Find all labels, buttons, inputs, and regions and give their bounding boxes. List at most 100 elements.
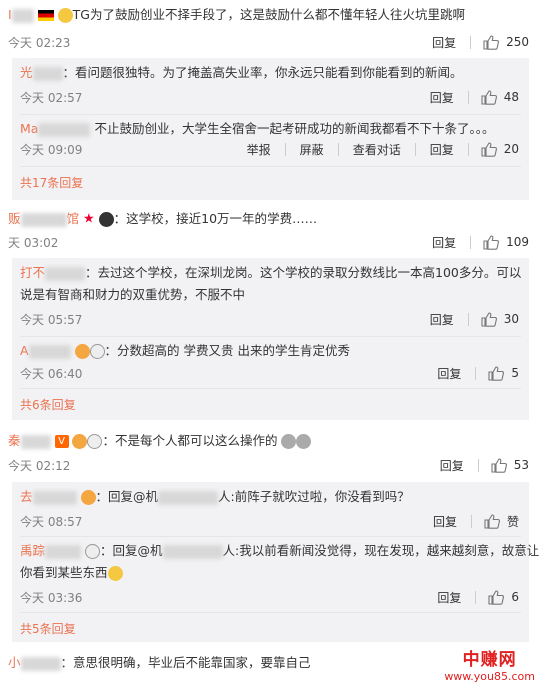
more-replies-link[interactable]: 共17条回复 [20, 174, 83, 191]
reply-2-meta: 今天 09:09 举报 屏蔽 查看对话 回复 20 [20, 140, 519, 158]
divider [414, 142, 416, 156]
like-count: 109 [506, 235, 529, 249]
reply-1-text-cont: 说是有智商和财力的双重优势，不服不中 [20, 287, 246, 302]
germany-flag-icon [37, 10, 54, 21]
reply-1-author[interactable]: 光 [20, 65, 33, 80]
thumbs-up-icon [483, 34, 500, 50]
thumbs-up-icon [481, 311, 497, 327]
divider [467, 142, 469, 156]
block-button[interactable]: 屏蔽 [300, 141, 324, 158]
reply-1-text: 打不 ：去过这个学校，在深圳龙岗。这个学校的录取分数线比一本高100多分。可以 [20, 265, 522, 281]
view-dialog-button[interactable]: 查看对话 [353, 141, 401, 158]
reply-button[interactable]: 回复 [433, 513, 457, 530]
reply-2-text: 禹踪 ：回复@机 人:我以前看新闻没觉得，现在发现，越来越刻意，故意让 [20, 543, 540, 559]
divider [20, 388, 521, 389]
reply-time: 今天 02:57 [20, 90, 83, 105]
fire-emoji-icon [80, 490, 96, 505]
divider [470, 35, 472, 49]
blurred-name [20, 434, 51, 449]
fire-emoji-icon [72, 434, 88, 449]
reply-button[interactable]: 回复 [432, 234, 456, 251]
blurred-name [162, 544, 223, 559]
like-button[interactable]: 250 [483, 34, 529, 50]
reply-2-author[interactable]: 禹踪 [20, 543, 45, 558]
fire-emoji-icon [74, 344, 90, 359]
like-button[interactable]: 30 [481, 311, 519, 327]
comment-3-text: 秦 V ：不是每个人都可以这么操作的 [8, 432, 312, 450]
reply-2-text: Ma 不止鼓励创业，大学生全宿舍一起考研成功的新闻我都看不下十条了。。。 [20, 121, 495, 137]
more-replies-link[interactable]: 共6条回复 [20, 396, 76, 413]
like-button[interactable]: 5 [488, 365, 519, 381]
reply-1-text: 去 ：回复@机 人:前阵子就吹过啦，你没看到吗？ [20, 489, 410, 505]
thumbs-up-icon [481, 89, 497, 105]
comment-4-author[interactable]: 小 [8, 655, 21, 670]
thumbs-up-icon [488, 589, 505, 605]
reply-button[interactable]: 回复 [440, 457, 464, 474]
blurred-name [28, 344, 71, 359]
reply-button[interactable]: 回复 [437, 589, 461, 606]
watermark-title: 中赚网 [462, 650, 517, 670]
reply-button[interactable]: 回复 [430, 141, 454, 158]
reply-button[interactable]: 回复 [430, 311, 454, 328]
reply-1-author[interactable]: 去 [20, 489, 33, 504]
comment-2-text: 贩馆 ★ ：这学校，接近10万一年的学费…… [8, 211, 318, 227]
like-button[interactable]: 20 [481, 141, 519, 157]
like-count: 53 [513, 458, 529, 472]
reply-2-text: A ：分数超高的 学费又贵 出来的学生肯定优秀 [20, 343, 350, 359]
comment-3-author[interactable]: 秦 [8, 433, 21, 448]
divider [467, 90, 469, 104]
reply-time: 今天 06:40 [20, 366, 83, 381]
smile-emoji-icon [107, 566, 123, 581]
like-button[interactable]: 赞 [484, 513, 519, 530]
watermark-url: www.you85.com [444, 670, 535, 683]
reply-1-author[interactable]: 打不 [20, 265, 45, 280]
reply-button[interactable]: 回复 [437, 365, 461, 382]
divider [470, 514, 472, 528]
comment-2-meta: 天 03:02 回复 109 [8, 233, 529, 251]
comment-time: 今天 02:12 [8, 458, 71, 473]
reply-2-author[interactable]: Ma [20, 121, 38, 136]
like-count: 5 [511, 366, 519, 380]
thumbs-up-icon [484, 513, 500, 529]
reply-1-meta: 今天 05:57 回复 30 [20, 310, 519, 328]
reply-1-text: 光：看问题很独特。为了掩盖高失业率，你永远只能看到你能看到的新闻。 [20, 65, 463, 81]
divider [337, 142, 339, 156]
like-count: 20 [503, 142, 519, 156]
report-button[interactable]: 举报 [247, 141, 271, 158]
like-button[interactable]: 6 [488, 589, 519, 605]
comment-2-replies: 打不 ：去过这个学校，在深圳龙岗。这个学校的录取分数线比一本高100多分。可以 说… [12, 258, 529, 420]
like-button[interactable]: 48 [481, 89, 519, 105]
comment-1-meta: 今天 02:23 回复 250 [8, 33, 529, 51]
blurred-name [32, 490, 77, 505]
comment-3-replies: 去 ：回复@机 人:前阵子就吹过啦，你没看到吗？ 今天 08:57 回复 赞 禹踪… [12, 482, 539, 642]
divider [284, 142, 286, 156]
divider [20, 166, 521, 167]
comment-4-text: 小：意思很明确，毕业后不能靠国家，要靠自己 [8, 655, 311, 671]
reply-time: 今天 05:57 [20, 312, 83, 327]
reply-button[interactable]: 回复 [432, 34, 456, 51]
panda-emoji-icon [85, 544, 100, 559]
reply-time: 今天 08:57 [20, 514, 83, 529]
like-button[interactable]: 53 [491, 457, 529, 473]
like-button[interactable]: 109 [483, 234, 529, 250]
badge-icon [98, 212, 114, 227]
blurred-name [20, 656, 61, 671]
star-icon: ★ [83, 211, 95, 227]
reply-2-author[interactable]: A [20, 343, 29, 358]
reply-time: 今天 03:36 [20, 590, 83, 605]
reply-button[interactable]: 回复 [430, 89, 454, 106]
reply-1-meta: 今天 08:57 回复 赞 [20, 512, 519, 530]
like-count: 6 [511, 590, 519, 604]
reply-1-meta: 今天 02:57 回复 48 [20, 88, 519, 106]
divider [20, 336, 521, 337]
divider [475, 590, 477, 604]
panda-emoji-icon [87, 434, 103, 449]
comment-time: 今天 02:23 [8, 35, 71, 50]
panda-emoji-icon [89, 344, 105, 359]
blurred-name [38, 122, 91, 137]
comment-2-author[interactable]: 贩 [8, 211, 21, 226]
like-count: 30 [503, 312, 519, 326]
divider [20, 536, 521, 537]
blurred-name [158, 490, 219, 505]
more-replies-link[interactable]: 共5条回复 [20, 620, 76, 637]
